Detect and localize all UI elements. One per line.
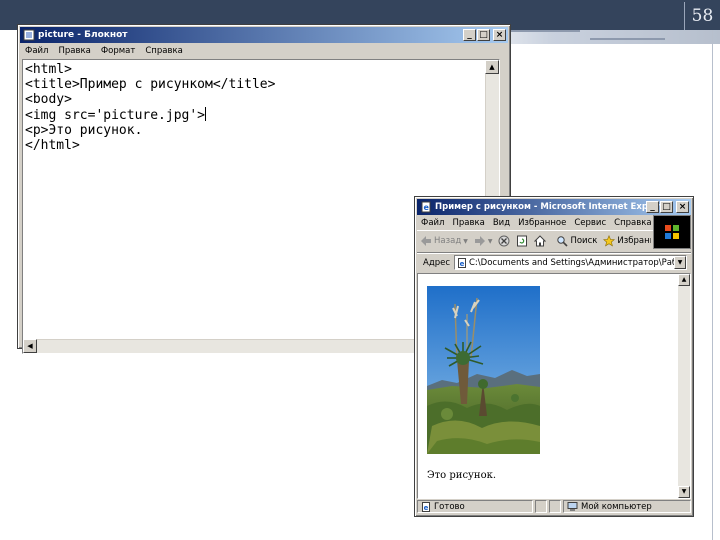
code-line: </html> [25, 138, 80, 153]
close-button[interactable]: × [493, 29, 506, 41]
notepad-title: picture - Блокнот [38, 30, 128, 40]
refresh-icon [517, 235, 528, 247]
home-icon [534, 235, 547, 247]
svg-text:e: e [460, 260, 465, 268]
page-paragraph: Это рисунок. [427, 470, 497, 481]
status-zone-cell: Мой компьютер [563, 500, 691, 513]
ie-statusbar: e Готово Мой компьютер [417, 499, 691, 514]
svg-text:e: e [424, 203, 430, 212]
page-status-icon: e [422, 501, 430, 512]
forward-arrow-icon [474, 236, 485, 246]
slide-page-number: 58 [684, 2, 720, 30]
ie-toolbar: Назад ▼ ▼ Поиск Избранное [417, 233, 651, 249]
menu-help[interactable]: Справка [610, 218, 655, 228]
ie-titlebar[interactable]: e Пример с рисунком - Microsoft Internet… [417, 199, 691, 215]
address-label: Адрес [423, 257, 450, 268]
address-value: C:\Documents and Settings\Администратор\… [469, 257, 687, 268]
scroll-up-icon[interactable]: ▲ [485, 60, 499, 74]
home-button[interactable] [531, 235, 549, 247]
menu-file[interactable]: Файл [417, 218, 448, 228]
toolbar-overflow-icon[interactable]: » [680, 233, 686, 243]
status-text: Готово [434, 501, 465, 512]
slide-stripe [590, 38, 665, 40]
search-label: Поиск [570, 236, 598, 246]
close-button[interactable]: × [676, 201, 689, 213]
text-caret [205, 107, 207, 121]
notepad-menubar: Файл Правка Формат Справка [20, 43, 508, 58]
menu-tools[interactable]: Сервис [570, 218, 610, 228]
favorites-label: Избранное [617, 236, 651, 246]
forward-dropdown-icon: ▼ [487, 237, 493, 245]
slide-side-line [712, 30, 713, 540]
address-dropdown-icon[interactable]: ▼ [674, 256, 686, 269]
address-bar: Адрес e C:\Documents and Settings\Админи… [417, 252, 691, 272]
maximize-button[interactable]: □ [660, 201, 673, 213]
ie-content-area[interactable]: Это рисунок. ▲ ▼ [417, 273, 691, 499]
menu-file[interactable]: Файл [20, 46, 53, 56]
my-computer-icon [567, 501, 578, 511]
status-cell [549, 500, 561, 513]
menu-format[interactable]: Формат [96, 46, 141, 56]
status-cell [535, 500, 547, 513]
scroll-left-icon[interactable]: ◀ [23, 339, 37, 353]
address-page-icon: e [458, 257, 466, 268]
code-line: <html> [25, 62, 72, 77]
address-input[interactable]: e C:\Documents and Settings\Администрато… [454, 255, 687, 270]
scroll-down-icon[interactable]: ▼ [678, 486, 690, 498]
code-line: <title>Пример с рисунком</title> [25, 77, 276, 92]
menu-help[interactable]: Справка [140, 46, 187, 56]
menu-view[interactable]: Вид [489, 218, 514, 228]
yucca-photo [427, 286, 540, 454]
scroll-up-icon[interactable]: ▲ [678, 274, 690, 286]
forward-button[interactable]: ▼ [471, 235, 496, 247]
back-label: Назад [434, 236, 462, 246]
menu-edit[interactable]: Правка [53, 46, 95, 56]
menu-overflow-icon[interactable]: » [655, 216, 661, 226]
favorites-button[interactable]: Избранное [600, 235, 651, 247]
notepad-icon [23, 29, 35, 41]
notepad-titlebar[interactable]: picture - Блокнот _ □ × [20, 27, 508, 43]
ie-vertical-scrollbar[interactable]: ▲ ▼ [678, 274, 690, 498]
stop-button[interactable] [495, 235, 513, 247]
back-dropdown-icon: ▼ [463, 237, 468, 245]
back-button[interactable]: Назад ▼ [417, 235, 471, 247]
ie-window[interactable]: e Пример с рисунком - Microsoft Internet… [414, 196, 694, 517]
menu-edit[interactable]: Правка [448, 218, 488, 228]
search-icon [557, 236, 569, 247]
back-arrow-icon [421, 236, 431, 246]
code-line-text: <img src='picture.jpg'> [25, 108, 206, 123]
code-line: <p>Это рисунок. [25, 123, 143, 138]
code-line-with-caret: <img src='picture.jpg'> [23, 107, 499, 123]
svg-text:e: e [424, 504, 429, 512]
code-line: <body> [25, 92, 72, 107]
minimize-button[interactable]: _ [463, 29, 476, 41]
search-button[interactable]: Поиск [553, 235, 600, 247]
slide-stripe [505, 30, 580, 32]
status-ready-cell: e Готово [417, 500, 533, 513]
favorites-star-icon [603, 235, 616, 247]
status-zone-text: Мой компьютер [581, 501, 652, 512]
minimize-button[interactable]: _ [646, 201, 659, 213]
ie-menubar: Файл Правка Вид Избранное Сервис Справка [417, 215, 691, 231]
stop-icon [498, 235, 510, 247]
refresh-button[interactable] [513, 235, 531, 247]
menu-favorites[interactable]: Избранное [514, 218, 570, 228]
ie-page-icon: e [421, 201, 431, 213]
maximize-button[interactable]: □ [477, 29, 490, 41]
ie-title: Пример с рисунком - Microsoft Internet E… [435, 202, 671, 212]
